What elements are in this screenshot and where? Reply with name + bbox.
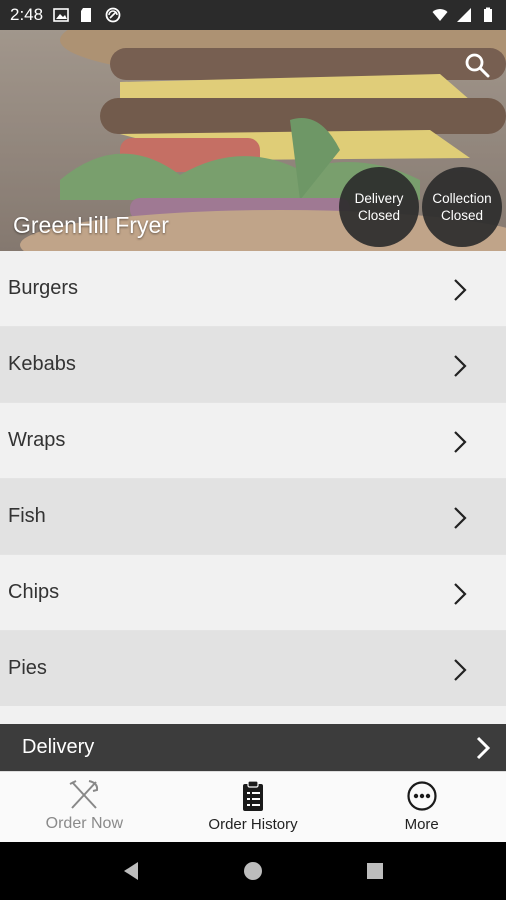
signal-icon: [457, 8, 471, 22]
category-label: Chips: [8, 581, 60, 603]
chevron-right-icon: [454, 279, 467, 301]
category-row-chips[interactable]: Chips: [0, 555, 506, 631]
search-icon[interactable]: [464, 52, 490, 78]
wifi-icon: [432, 9, 448, 21]
nav-order-history-label: Order History: [208, 816, 298, 833]
nav-more[interactable]: More: [337, 772, 506, 842]
collection-status-line2: Closed: [440, 208, 484, 223]
delivery-status-badge: Delivery Closed: [339, 167, 419, 247]
battery-icon: [484, 7, 492, 22]
nav-order-history[interactable]: Order History: [169, 772, 338, 842]
category-label: Wraps: [8, 429, 66, 451]
cutlery-icon: [69, 780, 99, 809]
collection-status-badge: Collection Closed: [422, 167, 502, 247]
category-label: Kebabs: [8, 353, 76, 375]
home-icon[interactable]: [242, 860, 264, 882]
chevron-right-icon: [454, 659, 467, 681]
category-row-kebabs[interactable]: Kebabs: [0, 327, 506, 403]
chevron-right-icon: [454, 583, 467, 605]
chevron-right-icon: [454, 507, 467, 529]
restaurant-hero-banner: GreenHill Fryer Delivery Closed Collecti…: [0, 30, 506, 251]
nav-more-label: More: [404, 816, 439, 833]
category-row-wraps[interactable]: Wraps: [0, 403, 506, 479]
bottom-navigation: Order Now Order History More: [0, 771, 506, 842]
collection-status-line1: Collection: [432, 191, 492, 206]
category-label: Fish: [8, 505, 46, 527]
chevron-right-icon: [454, 431, 467, 453]
sd-card-icon: [81, 8, 92, 22]
system-navigation-bar: [0, 842, 506, 900]
gallery-notification-icon: [53, 8, 69, 22]
chevron-right-icon: [476, 736, 491, 760]
category-row-burgers[interactable]: Burgers: [0, 251, 506, 327]
more-icon: [407, 781, 437, 811]
status-time: 2:48: [10, 5, 44, 24]
status-bar: 2:48: [0, 0, 506, 30]
delivery-mode-button[interactable]: Delivery: [0, 724, 506, 771]
chevron-right-icon: [454, 355, 467, 377]
menu-category-list: Burgers Kebabs Wraps Fish Chips Pies: [0, 251, 506, 707]
nav-order-now[interactable]: Order Now: [0, 772, 169, 842]
category-label: Pies: [8, 657, 47, 679]
category-row-fish[interactable]: Fish: [0, 479, 506, 555]
restaurant-name: GreenHill Fryer: [13, 212, 169, 238]
back-icon[interactable]: [120, 860, 142, 882]
category-label: Burgers: [8, 277, 79, 299]
category-row-pies[interactable]: Pies: [0, 631, 506, 707]
delivery-mode-label: Delivery: [22, 736, 95, 758]
delivery-status-line2: Closed: [357, 208, 401, 223]
sync-notification-icon: [105, 7, 121, 23]
recents-icon[interactable]: [364, 860, 386, 882]
delivery-status-line1: Delivery: [354, 191, 404, 206]
nav-order-now-label: Order Now: [45, 815, 124, 832]
list-spacer: [0, 706, 506, 724]
clipboard-icon: [243, 780, 263, 811]
